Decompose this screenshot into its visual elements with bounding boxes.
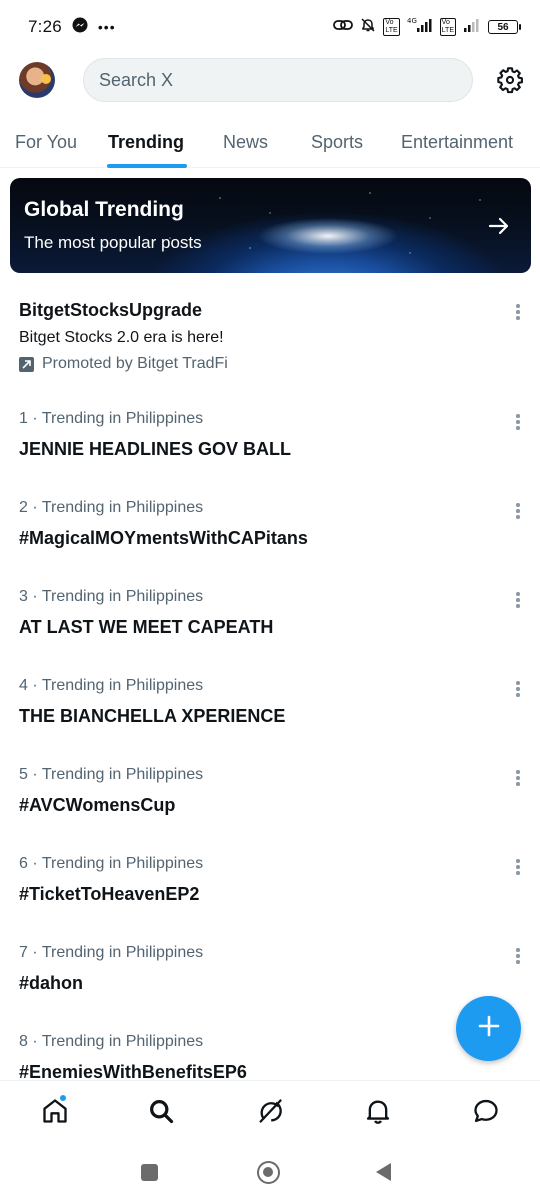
- tab-trending[interactable]: Trending: [108, 132, 184, 153]
- more-icon[interactable]: [514, 770, 522, 788]
- more-icon[interactable]: [514, 681, 522, 699]
- top-header: Search X: [0, 54, 540, 108]
- more-icon[interactable]: [514, 414, 522, 432]
- plus-icon: [477, 1014, 501, 1043]
- more-icon[interactable]: [514, 948, 522, 966]
- trend-title: #EnemiesWithBenefitsEP6: [19, 1062, 247, 1080]
- bell-icon[interactable]: [364, 1097, 392, 1125]
- tab-sports[interactable]: Sports: [311, 132, 363, 153]
- banner-subtitle: The most popular posts: [24, 233, 202, 252]
- volte-badge: Vo LTE: [383, 18, 400, 36]
- status-time: 7:26: [28, 17, 62, 36]
- messages-icon[interactable]: [472, 1097, 500, 1125]
- home-icon[interactable]: [41, 1097, 69, 1125]
- trend-meta: 8 · Trending in Philippines: [19, 1033, 204, 1050]
- battery-indicator: 56: [488, 20, 521, 34]
- more-icon[interactable]: [514, 503, 522, 521]
- svg-text:4G: 4G: [407, 17, 417, 25]
- trend-item[interactable]: 3 · Trending in Philippines AT LAST WE M…: [0, 588, 540, 648]
- promoted-icon: [19, 356, 34, 372]
- tab-for-you[interactable]: For You: [15, 132, 77, 153]
- bottom-navigation: [0, 1080, 540, 1142]
- trend-title: JENNIE HEADLINES GOV BALL: [19, 439, 292, 459]
- back-button[interactable]: [376, 1163, 391, 1181]
- search-input[interactable]: Search X: [83, 58, 473, 102]
- promoted-text: Bitget Stocks 2.0 era is here!: [19, 329, 224, 346]
- trend-meta: 5 · Trending in Philippines: [19, 766, 204, 783]
- avatar[interactable]: [19, 62, 55, 98]
- banner-title: Global Trending: [24, 198, 184, 221]
- status-bar: 7:26 ••• Vo LTE 4G Vo LTE 56: [0, 0, 540, 54]
- more-notifications-icon: •••: [97, 19, 116, 35]
- signal-icon-2: [463, 17, 481, 38]
- trend-item[interactable]: 4 · Trending in Philippines THE BIANCHEL…: [0, 677, 540, 737]
- promoted-name: BitgetStocksUpgrade: [19, 300, 203, 320]
- trend-meta: 3 · Trending in Philippines: [19, 588, 204, 605]
- banner-earth-image: [10, 178, 531, 273]
- grok-icon[interactable]: [256, 1097, 284, 1125]
- trend-title: #TicketToHeavenEP2: [19, 884, 200, 904]
- more-icon[interactable]: [514, 304, 522, 322]
- promoted-by: Promoted by Bitget TradFi: [19, 355, 228, 373]
- global-trending-banner[interactable]: Global Trending The most popular posts: [10, 178, 531, 273]
- more-icon[interactable]: [514, 859, 522, 877]
- trend-item[interactable]: 7 · Trending in Philippines #dahon: [0, 944, 540, 1004]
- gear-icon[interactable]: [496, 66, 524, 94]
- trend-title: #MagicalMOYmentsWithCAPitans: [19, 528, 308, 548]
- trend-item[interactable]: 5 · Trending in Philippines #AVCWomensCu…: [0, 766, 540, 826]
- trend-title: THE BIANCHELLA XPERIENCE: [19, 706, 286, 726]
- arrow-right-icon: [487, 214, 511, 238]
- trend-meta: 1 · Trending in Philippines: [19, 410, 204, 427]
- trend-title: #AVCWomensCup: [19, 795, 176, 815]
- more-icon[interactable]: [514, 592, 522, 610]
- trend-title: #dahon: [19, 973, 84, 993]
- trend-meta: 2 · Trending in Philippines: [19, 499, 204, 516]
- system-navigation-bar: [0, 1142, 540, 1200]
- mute-bell-icon: [360, 17, 376, 38]
- home-notification-dot: [60, 1095, 66, 1101]
- trend-meta: 7 · Trending in Philippines: [19, 944, 204, 961]
- home-button[interactable]: [257, 1161, 280, 1184]
- signal-icon: 4G: [407, 17, 433, 38]
- trend-item[interactable]: 6 · Trending in Philippines #TicketToHea…: [0, 855, 540, 915]
- volte-badge-2: Vo LTE: [439, 18, 456, 36]
- messenger-icon: [72, 17, 88, 38]
- promoted-trend[interactable]: BitgetStocksUpgrade Bitget Stocks 2.0 er…: [0, 300, 540, 380]
- compose-button[interactable]: [456, 996, 521, 1061]
- active-tab-indicator: [107, 164, 187, 168]
- tab-news[interactable]: News: [223, 132, 268, 153]
- trend-item[interactable]: 1 · Trending in Philippines JENNIE HEADL…: [0, 410, 540, 470]
- recents-button[interactable]: [141, 1164, 158, 1181]
- trend-meta: 6 · Trending in Philippines: [19, 855, 204, 872]
- promoted-by-label: Promoted by Bitget TradFi: [42, 355, 228, 372]
- trend-item[interactable]: 2 · Trending in Philippines #MagicalMOYm…: [0, 499, 540, 559]
- search-icon[interactable]: [147, 1097, 175, 1125]
- explore-tabs: For You Trending News Sports Entertainme…: [0, 120, 540, 168]
- trend-title: AT LAST WE MEET CAPEATH: [19, 617, 274, 637]
- search-placeholder: Search X: [99, 69, 174, 90]
- tab-entertainment[interactable]: Entertainment: [401, 132, 513, 153]
- link-icon: [333, 17, 354, 37]
- trend-meta: 4 · Trending in Philippines: [19, 677, 204, 694]
